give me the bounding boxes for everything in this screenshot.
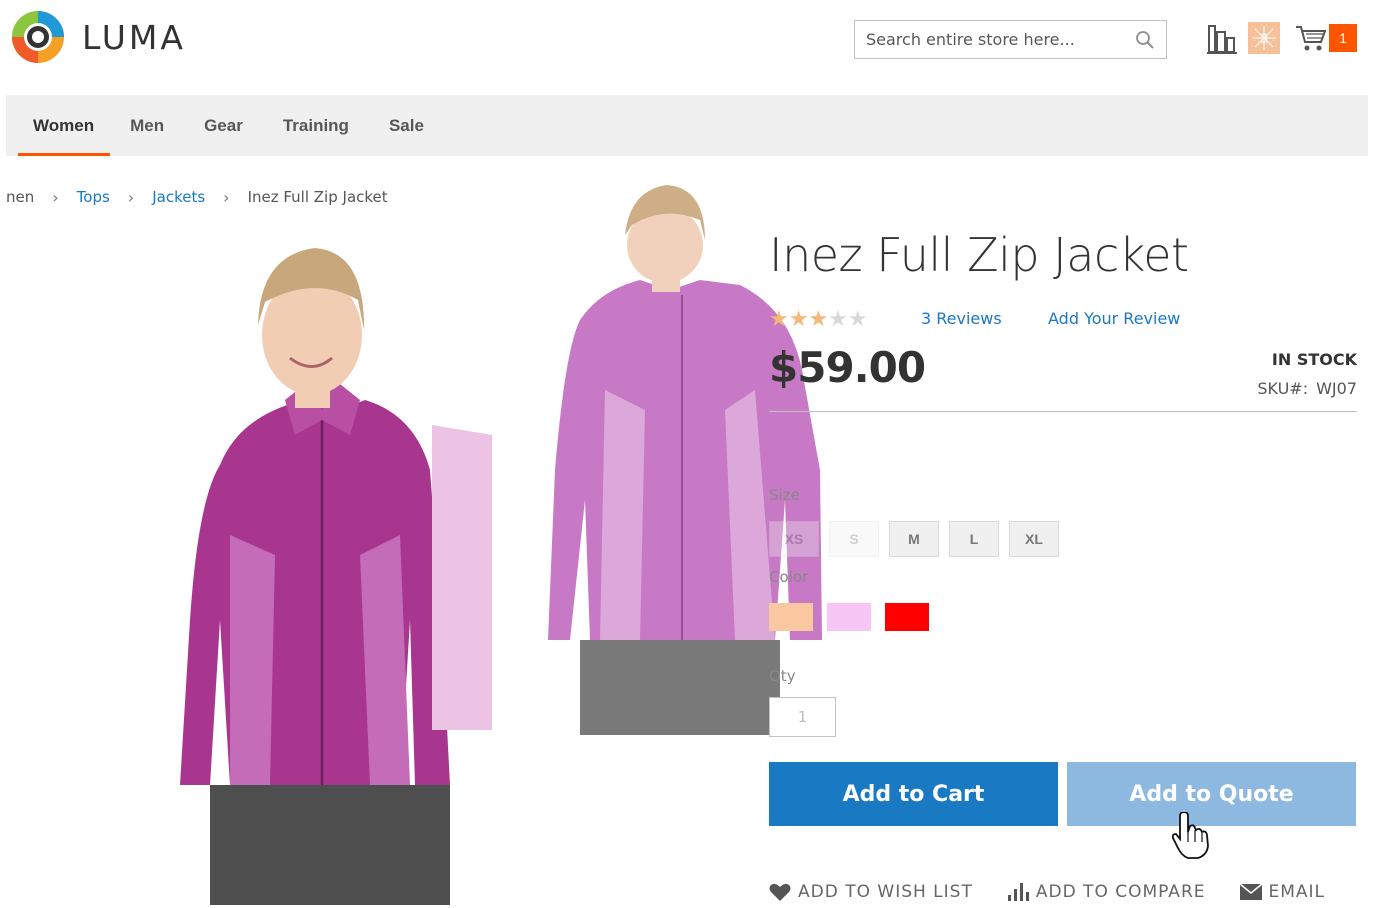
wishlist-label: ADD TO WISH LIST [798, 882, 973, 902]
stock-status: IN STOCK [1271, 350, 1357, 369]
color-label: Color [769, 568, 809, 586]
hand-pointer-cursor-icon [1171, 812, 1209, 859]
compare-products-link[interactable] [1205, 22, 1239, 56]
heart-icon [769, 883, 791, 901]
product-price: $59.00 [769, 343, 926, 392]
reviews-link[interactable]: 3 Reviews [921, 309, 1002, 328]
sku-label: SKU#: [1257, 379, 1309, 398]
main-navigation: Women Men Gear Training Sale [6, 95, 1368, 156]
nav-item-men[interactable]: Men [110, 95, 184, 156]
search-input[interactable] [855, 21, 1130, 58]
color-option-red[interactable] [885, 603, 929, 631]
size-label: Size [769, 486, 800, 504]
search-icon[interactable] [1130, 25, 1160, 55]
luma-logo-icon [12, 11, 64, 63]
add-to-compare-link[interactable]: ADD TO COMPARE [1007, 882, 1206, 902]
breadcrumb-women[interactable]: nen [6, 188, 34, 206]
rating-stars-icon: ★★★★★ [769, 306, 868, 331]
nav-item-training[interactable]: Training [263, 95, 369, 156]
size-option-xs[interactable]: XS [769, 521, 819, 557]
search-box[interactable] [854, 20, 1167, 59]
email-to-friend-link[interactable]: EMAIL [1239, 882, 1326, 902]
sku-value: WJ07 [1316, 379, 1357, 398]
product-rating: ★★★★★ [769, 306, 868, 332]
email-label: EMAIL [1268, 882, 1326, 902]
breadcrumb: nen › Tops › Jackets › Inez Full Zip Jac… [6, 186, 388, 208]
size-options: XS S M L XL [769, 521, 1059, 557]
envelope-icon [1239, 884, 1262, 900]
compare-label: ADD TO COMPARE [1035, 882, 1206, 902]
minicart-link[interactable] [1294, 22, 1328, 54]
product-social-links: ADD TO WISH LIST ADD TO COMPARE EMAIL [769, 882, 1359, 902]
nav-item-sale[interactable]: Sale [369, 95, 444, 156]
color-options [769, 603, 929, 631]
nav-item-women[interactable]: Women [6, 95, 111, 156]
cart-icon [1296, 26, 1327, 51]
breadcrumb-jackets[interactable]: Jackets [152, 188, 205, 206]
product-main-image[interactable] [160, 240, 500, 905]
size-option-xl[interactable]: XL [1009, 521, 1059, 557]
size-option-l[interactable]: L [949, 521, 999, 557]
qty-input[interactable] [769, 697, 836, 737]
add-review-link[interactable]: Add Your Review [1048, 309, 1180, 328]
add-to-wishlist-link[interactable]: ADD TO WISH LIST [769, 882, 973, 902]
logo-text: LUMA [82, 17, 186, 57]
store-logo[interactable]: LUMA [10, 8, 210, 66]
breadcrumb-tops[interactable]: Tops [77, 188, 110, 206]
product-sku: SKU#: WJ07 [1257, 379, 1357, 398]
breadcrumb-separator-icon: › [52, 187, 59, 207]
add-to-cart-button[interactable]: Add to Cart [769, 762, 1058, 826]
breadcrumb-current: Inez Full Zip Jacket [247, 188, 388, 206]
info-divider [769, 411, 1357, 412]
cart-counter: 1 [1329, 24, 1357, 52]
quote-counter: 3 [1260, 30, 1268, 46]
color-option-peach[interactable] [769, 603, 813, 631]
nav-item-gear[interactable]: Gear [184, 95, 263, 156]
size-option-s[interactable]: S [829, 521, 879, 557]
breadcrumb-separator-icon: › [127, 187, 135, 207]
size-option-m[interactable]: M [889, 521, 939, 557]
compare-icon [1207, 25, 1237, 54]
color-option-pink[interactable] [827, 603, 871, 631]
quote-cart-link[interactable]: 3 [1248, 22, 1280, 54]
product-title: Inez Full Zip Jacket [769, 228, 1189, 282]
qty-label: Qty [769, 667, 796, 685]
bar-chart-icon [1007, 883, 1029, 901]
breadcrumb-separator-icon: › [223, 187, 230, 207]
